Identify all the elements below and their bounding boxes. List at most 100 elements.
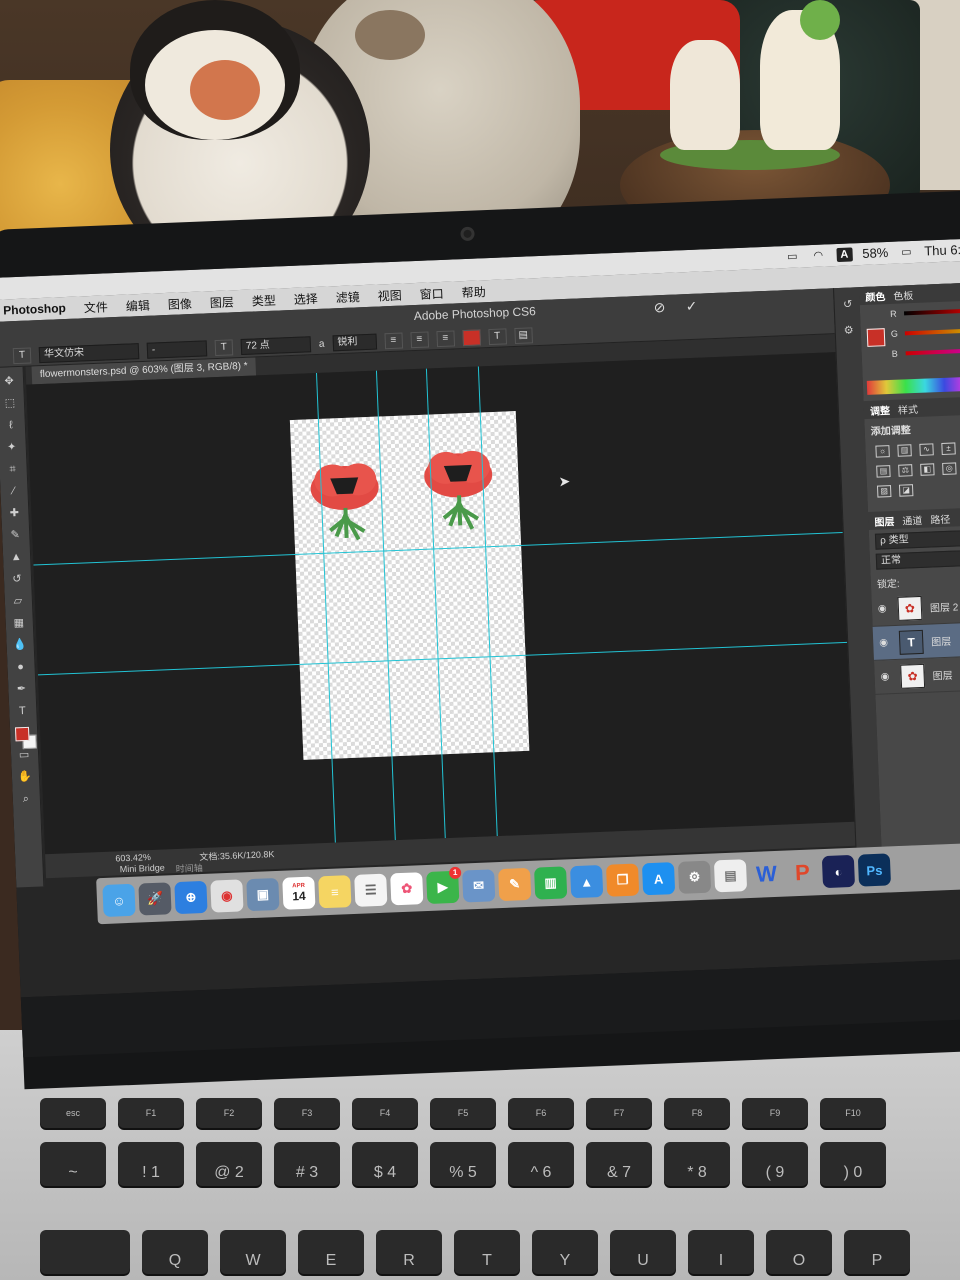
pen-tool-icon[interactable]: ✒ (14, 681, 29, 698)
channel-slider[interactable] (904, 328, 960, 336)
clock[interactable]: Thu 6:09 (924, 241, 960, 258)
input-source-icon[interactable]: A (836, 246, 853, 262)
keyboard-key[interactable]: # 3 (274, 1142, 340, 1186)
canvas-area[interactable]: ➤ (26, 352, 855, 855)
font-style-select[interactable]: - (146, 340, 208, 359)
tab-swatches[interactable]: 色板 (893, 287, 913, 303)
blur-tool-icon[interactable]: 💧 (12, 637, 27, 654)
font-family-select[interactable]: 华文仿宋 (38, 343, 140, 364)
finder-icon[interactable]: ☺ (102, 883, 136, 917)
cancel-icon[interactable]: ⊘ (653, 299, 665, 316)
keyboard-key[interactable]: F3 (274, 1098, 340, 1128)
keyboard-key[interactable]: F1 (118, 1098, 184, 1128)
eclipse-icon[interactable]: ◐ (821, 854, 856, 889)
lasso-tool-icon[interactable]: ℓ (4, 417, 19, 434)
keyboard-key[interactable]: % 5 (430, 1142, 496, 1186)
numbers-icon[interactable]: ▥ (534, 866, 568, 900)
app-store-icon[interactable]: A (641, 862, 676, 896)
move-tool-icon[interactable]: ✥ (2, 373, 17, 390)
brush-tool-icon[interactable]: ✎ (8, 527, 23, 544)
safari-icon[interactable]: ⊕ (174, 880, 208, 915)
reminders-icon[interactable]: ☰ (354, 873, 388, 907)
airplay-icon[interactable]: ▭ (784, 249, 801, 264)
threshold-icon[interactable]: ◪ (898, 484, 914, 497)
keyboard-key[interactable] (40, 1230, 130, 1274)
foreground-color-swatch[interactable] (14, 726, 30, 742)
keyboard-key[interactable]: Y (532, 1230, 598, 1274)
antialias-select[interactable]: 锐利 (332, 333, 377, 352)
keyboard-key[interactable]: T (454, 1230, 520, 1274)
system-preferences-icon[interactable]: ⚙ (677, 860, 712, 894)
stamp-tool-icon[interactable]: ▲ (9, 549, 24, 566)
layer-row[interactable]: ◉ ✿ 图层 (874, 655, 960, 695)
keyboard-key[interactable]: @ 2 (196, 1142, 262, 1186)
properties-panel-icon[interactable]: ⚙ (840, 323, 857, 340)
gradient-tool-icon[interactable]: ▦ (11, 615, 26, 632)
dodge-tool-icon[interactable]: ● (13, 659, 28, 676)
zoom-level[interactable]: 603.42% (115, 852, 151, 863)
ibooks-icon[interactable]: ❐ (605, 863, 640, 897)
files-icon[interactable]: ▤ (713, 859, 748, 893)
photoshop-icon[interactable]: Ps (857, 853, 892, 887)
menu-select[interactable]: 选择 (293, 289, 318, 307)
align-right-icon[interactable]: ≡ (435, 330, 455, 348)
visibility-eye-icon[interactable]: ◉ (880, 671, 892, 682)
visibility-eye-icon[interactable]: ◉ (879, 637, 891, 648)
battery-icon[interactable]: ▭ (898, 244, 915, 259)
launchpad-icon[interactable]: 🚀 (138, 882, 172, 916)
channel-slider[interactable] (904, 308, 960, 316)
visibility-eye-icon[interactable]: ◉ (878, 603, 890, 614)
menu-image[interactable]: 图像 (167, 294, 193, 312)
hue-saturation-icon[interactable]: ▤ (876, 465, 891, 478)
eraser-tool-icon[interactable]: ▱ (11, 593, 26, 610)
notes-icon[interactable]: ≡ (318, 875, 352, 909)
keyboard-key[interactable]: F2 (196, 1098, 262, 1128)
character-panel-icon[interactable]: ▤ (513, 327, 533, 345)
magic-wand-tool-icon[interactable]: ✦ (4, 439, 19, 456)
type-orientation-icon[interactable]: T (12, 347, 32, 365)
keyboard-key[interactable]: U (610, 1230, 676, 1274)
layer-row[interactable]: ◉ ✿ 图层 2 (871, 587, 960, 627)
channel-slider[interactable] (905, 348, 960, 356)
photos-icon[interactable]: ✿ (390, 872, 424, 906)
keyboard-key[interactable]: F5 (430, 1098, 496, 1128)
tab-layers[interactable]: 图层 (874, 512, 894, 528)
timeline-tab[interactable]: 时间轴 (176, 861, 204, 875)
zoom-tool-icon[interactable]: ⌕ (19, 791, 34, 808)
mail-icon[interactable]: ✉ (462, 869, 496, 903)
pages-icon[interactable]: ✎ (498, 867, 532, 902)
keyboard-key[interactable]: ! 1 (118, 1142, 184, 1186)
keyboard-key[interactable]: ( 9 (742, 1142, 808, 1186)
curves-icon[interactable]: ∿ (919, 443, 934, 456)
tab-styles[interactable]: 样式 (898, 400, 918, 416)
keyboard-key[interactable]: & 7 (586, 1142, 652, 1186)
commit-check-icon[interactable]: ✓ (685, 298, 697, 315)
mini-bridge-tab[interactable]: Mini Bridge (120, 863, 165, 875)
brightness-icon[interactable]: ☼ (875, 445, 890, 458)
keyboard-key[interactable]: F10 (820, 1098, 886, 1128)
keyboard-key[interactable]: R (376, 1230, 442, 1274)
color-spectrum[interactable] (866, 376, 960, 395)
layer-name[interactable]: 图层 (931, 633, 951, 649)
posterize-icon[interactable]: ▨ (876, 485, 892, 498)
word-icon[interactable]: W (750, 858, 783, 891)
font-size-field[interactable]: 72 点 (240, 336, 312, 356)
menu-type[interactable]: 类型 (251, 291, 277, 309)
layer-filter-select[interactable]: ρ 类型 (874, 529, 960, 550)
keyboard-key[interactable]: Q (142, 1230, 208, 1274)
document-size[interactable]: 文档:35.6K/120.8K (199, 847, 275, 863)
keyboard-key[interactable]: W (220, 1230, 286, 1274)
menu-view[interactable]: 视图 (377, 286, 402, 304)
keyboard-key[interactable]: ^ 6 (508, 1142, 574, 1186)
keyboard-key[interactable]: F8 (664, 1098, 730, 1128)
menu-filter[interactable]: 滤镜 (335, 288, 360, 306)
photo-filter-icon[interactable]: ◎ (942, 462, 957, 475)
menu-file[interactable]: 文件 (83, 298, 109, 316)
app-menu[interactable]: Photoshop (3, 301, 66, 318)
calendar-icon[interactable]: APR 14 (282, 876, 316, 910)
keyboard-key[interactable]: ) 0 (820, 1142, 886, 1186)
keyboard-key[interactable]: F7 (586, 1098, 652, 1128)
warp-text-icon[interactable]: T (487, 328, 507, 346)
menu-window[interactable]: 窗口 (419, 284, 444, 302)
text-color-swatch[interactable] (461, 329, 481, 347)
